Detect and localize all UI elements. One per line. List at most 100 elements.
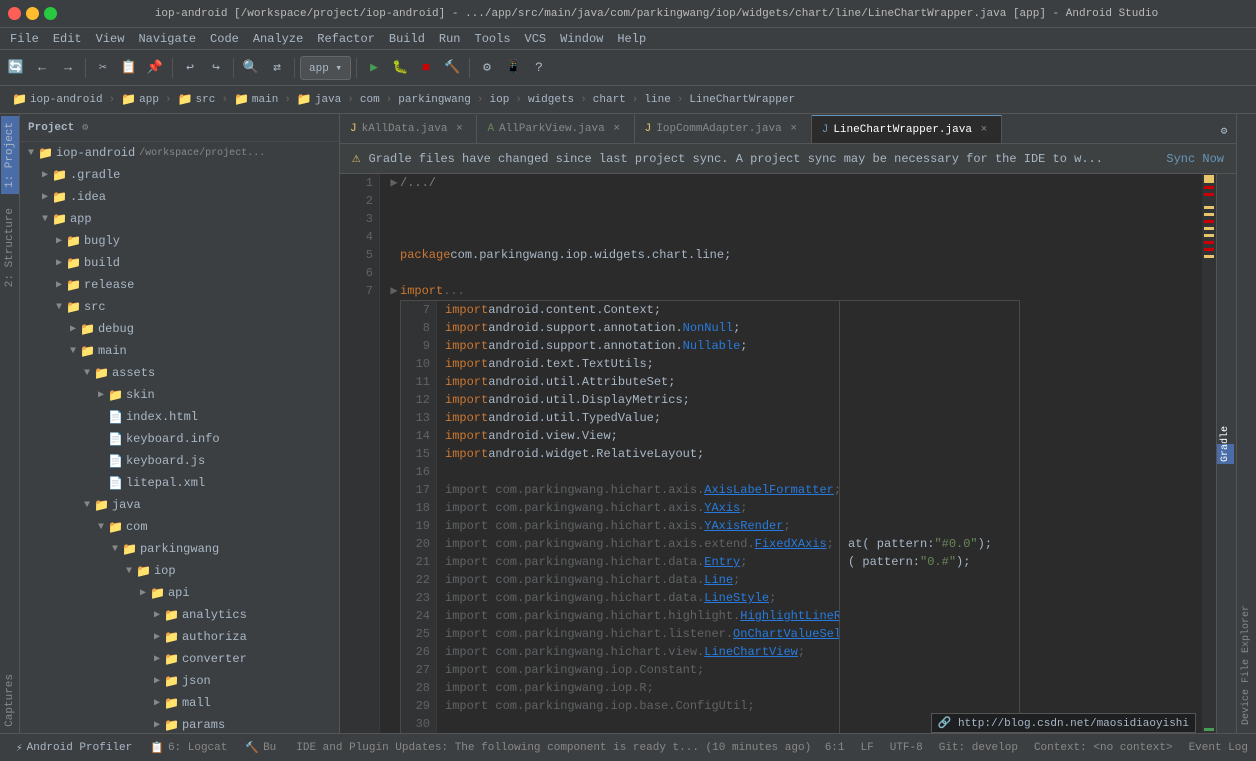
tab-linecharter[interactable]: J LineChartWrapper.java × — [812, 115, 1002, 143]
tree-item-keyboard-js[interactable]: 📄 keyboard.js — [20, 450, 339, 472]
toolbar-copy[interactable]: 📋 — [117, 56, 141, 80]
toolbar-back[interactable]: ← — [30, 56, 54, 80]
tree-item-json[interactable]: ▶ 📁 json — [20, 670, 339, 692]
sync-now-link[interactable]: Sync Now — [1166, 152, 1224, 166]
tree-item-litepal[interactable]: 📄 litepal.xml — [20, 472, 339, 494]
tree-item-com[interactable]: ▼ 📁 com — [20, 516, 339, 538]
tree-item-converter[interactable]: ▶ 📁 converter — [20, 648, 339, 670]
fold-icon-import[interactable]: ▶ — [388, 282, 400, 300]
nav-iop[interactable]: iop — [486, 92, 514, 108]
tree-item-keyboard-info[interactable]: 📄 keyboard.info — [20, 428, 339, 450]
nav-chart[interactable]: chart — [589, 92, 630, 108]
arrow: ▼ — [94, 522, 108, 533]
event-log-label[interactable]: Event Log — [1189, 742, 1248, 754]
file-tree-scroll[interactable]: ▼ 📁 iop-android /workspace/project... ▶ … — [20, 142, 339, 733]
toolbar-debug[interactable]: 🐛 — [388, 56, 412, 80]
menu-analyze[interactable]: Analyze — [247, 28, 309, 50]
tab-close-btn[interactable]: × — [452, 122, 466, 136]
bottom-tab-profiler[interactable]: ⚡ Android Profiler — [8, 737, 140, 759]
tree-item-main[interactable]: ▼ 📁 main — [20, 340, 339, 362]
minimize-button[interactable] — [26, 7, 39, 20]
window-controls[interactable] — [8, 7, 57, 20]
menu-tools[interactable]: Tools — [469, 28, 517, 50]
menu-code[interactable]: Code — [204, 28, 245, 50]
menu-window[interactable]: Window — [554, 28, 609, 50]
nav-app[interactable]: 📁 app — [117, 90, 163, 109]
toolbar-cut[interactable]: ✂ — [91, 56, 115, 80]
tree-item-index[interactable]: 📄 index.html — [20, 406, 339, 428]
nav-parkingwang[interactable]: parkingwang — [394, 92, 475, 108]
tree-item-mall[interactable]: ▶ 📁 mall — [20, 692, 339, 714]
tree-item-assets[interactable]: ▼ 📁 assets — [20, 362, 339, 384]
toolbar-paste[interactable]: 📌 — [143, 56, 167, 80]
bottom-tab-build[interactable]: 🔨 Bu — [237, 737, 284, 759]
toolbar-undo[interactable]: ↩ — [178, 56, 202, 80]
toolbar-run[interactable]: ▶ — [362, 56, 386, 80]
tree-item-build[interactable]: ▶ 📁 build — [20, 252, 339, 274]
nav-widgets[interactable]: widgets — [524, 92, 578, 108]
toolbar-avd[interactable]: 📱 — [501, 56, 525, 80]
nav-com[interactable]: com — [356, 92, 384, 108]
run-config-dropdown[interactable]: app ▾ — [300, 56, 351, 80]
project-panel-label[interactable]: 1: Project — [1, 116, 19, 194]
nav-main[interactable]: 📁 main — [230, 90, 282, 109]
toolbar-stop[interactable]: ■ — [414, 56, 438, 80]
gradle-label[interactable]: Gradle — [1217, 444, 1234, 464]
nav-java[interactable]: 📁 java — [293, 90, 345, 109]
tree-item-parkingwang[interactable]: ▼ 📁 parkingwang — [20, 538, 339, 560]
tab-kalldata[interactable]: J kAllData.java × — [340, 115, 477, 143]
close-button[interactable] — [8, 7, 21, 20]
fold-icon[interactable]: ▶ — [388, 174, 400, 192]
toolbar-sync[interactable]: 🔄 — [4, 56, 28, 80]
tree-item-params[interactable]: ▶ 📁 params — [20, 714, 339, 733]
nav-line[interactable]: line — [640, 92, 674, 108]
tree-item-analytics[interactable]: ▶ 📁 analytics — [20, 604, 339, 626]
bottom-tab-logcat[interactable]: 📋 6: Logcat — [142, 737, 235, 759]
tree-item-bugly[interactable]: ▶ 📁 bugly — [20, 230, 339, 252]
menu-help[interactable]: Help — [611, 28, 652, 50]
tree-item-root[interactable]: ▼ 📁 iop-android /workspace/project... — [20, 142, 339, 164]
tab-close-btn[interactable]: × — [610, 122, 624, 136]
tree-item-gradle[interactable]: ▶ 📁 .gradle — [20, 164, 339, 186]
maximize-button[interactable] — [44, 7, 57, 20]
toolbar-redo[interactable]: ↪ — [204, 56, 228, 80]
tree-item-debug[interactable]: ▶ 📁 debug — [20, 318, 339, 340]
tree-item-app[interactable]: ▼ 📁 app — [20, 208, 339, 230]
toolbar-forward[interactable]: → — [56, 56, 80, 80]
captures-panel-label[interactable]: Captures — [1, 668, 19, 733]
tree-item-skin[interactable]: ▶ 📁 skin — [20, 384, 339, 406]
structure-panel-label[interactable]: 2: Structure — [1, 202, 19, 293]
device-file-label[interactable]: Device File Explorer — [1237, 114, 1256, 733]
nav-iop-android[interactable]: 📁 iop-android — [8, 90, 107, 109]
tree-item-src[interactable]: ▼ 📁 src — [20, 296, 339, 318]
toolbar-help[interactable]: ? — [527, 56, 551, 80]
tab-allparkview[interactable]: A AllParkView.java × — [477, 115, 634, 143]
tree-item-api[interactable]: ▶ 📁 api — [20, 582, 339, 604]
nav-linecharter[interactable]: LineChartWrapper — [685, 92, 799, 108]
menu-vcs[interactable]: VCS — [519, 28, 553, 50]
menu-navigate[interactable]: Navigate — [132, 28, 202, 50]
menu-file[interactable]: File — [4, 28, 45, 50]
menu-view[interactable]: View — [90, 28, 131, 50]
nav-src[interactable]: 📁 src — [174, 90, 220, 109]
menu-refactor[interactable]: Refactor — [311, 28, 381, 50]
panel-gear[interactable]: ⚙ — [82, 122, 88, 134]
menu-edit[interactable]: Edit — [47, 28, 88, 50]
tree-item-java[interactable]: ▼ 📁 java — [20, 494, 339, 516]
toolbar-build[interactable]: 🔨 — [440, 56, 464, 80]
tab-close-btn[interactable]: × — [787, 122, 801, 136]
tab-settings-btn[interactable]: ⚙ — [1212, 119, 1236, 143]
menu-build[interactable]: Build — [383, 28, 431, 50]
tab-iopcommadapter[interactable]: J IopCommAdapter.java × — [635, 115, 812, 143]
tree-item-authoriza[interactable]: ▶ 📁 authoriza — [20, 626, 339, 648]
code-content[interactable]: ▶ /.../ package com.parkingwang.iop.widg… — [380, 174, 1202, 733]
tree-item-release[interactable]: ▶ 📁 release — [20, 274, 339, 296]
toolbar-replace[interactable]: ⇄ — [265, 56, 289, 80]
arrow: ▶ — [150, 719, 164, 731]
toolbar-search[interactable]: 🔍 — [239, 56, 263, 80]
tab-close-btn[interactable]: × — [977, 123, 991, 137]
tree-item-iop[interactable]: ▼ 📁 iop — [20, 560, 339, 582]
toolbar-sdk[interactable]: ⚙ — [475, 56, 499, 80]
tree-item-idea[interactable]: ▶ 📁 .idea — [20, 186, 339, 208]
menu-run[interactable]: Run — [433, 28, 467, 50]
